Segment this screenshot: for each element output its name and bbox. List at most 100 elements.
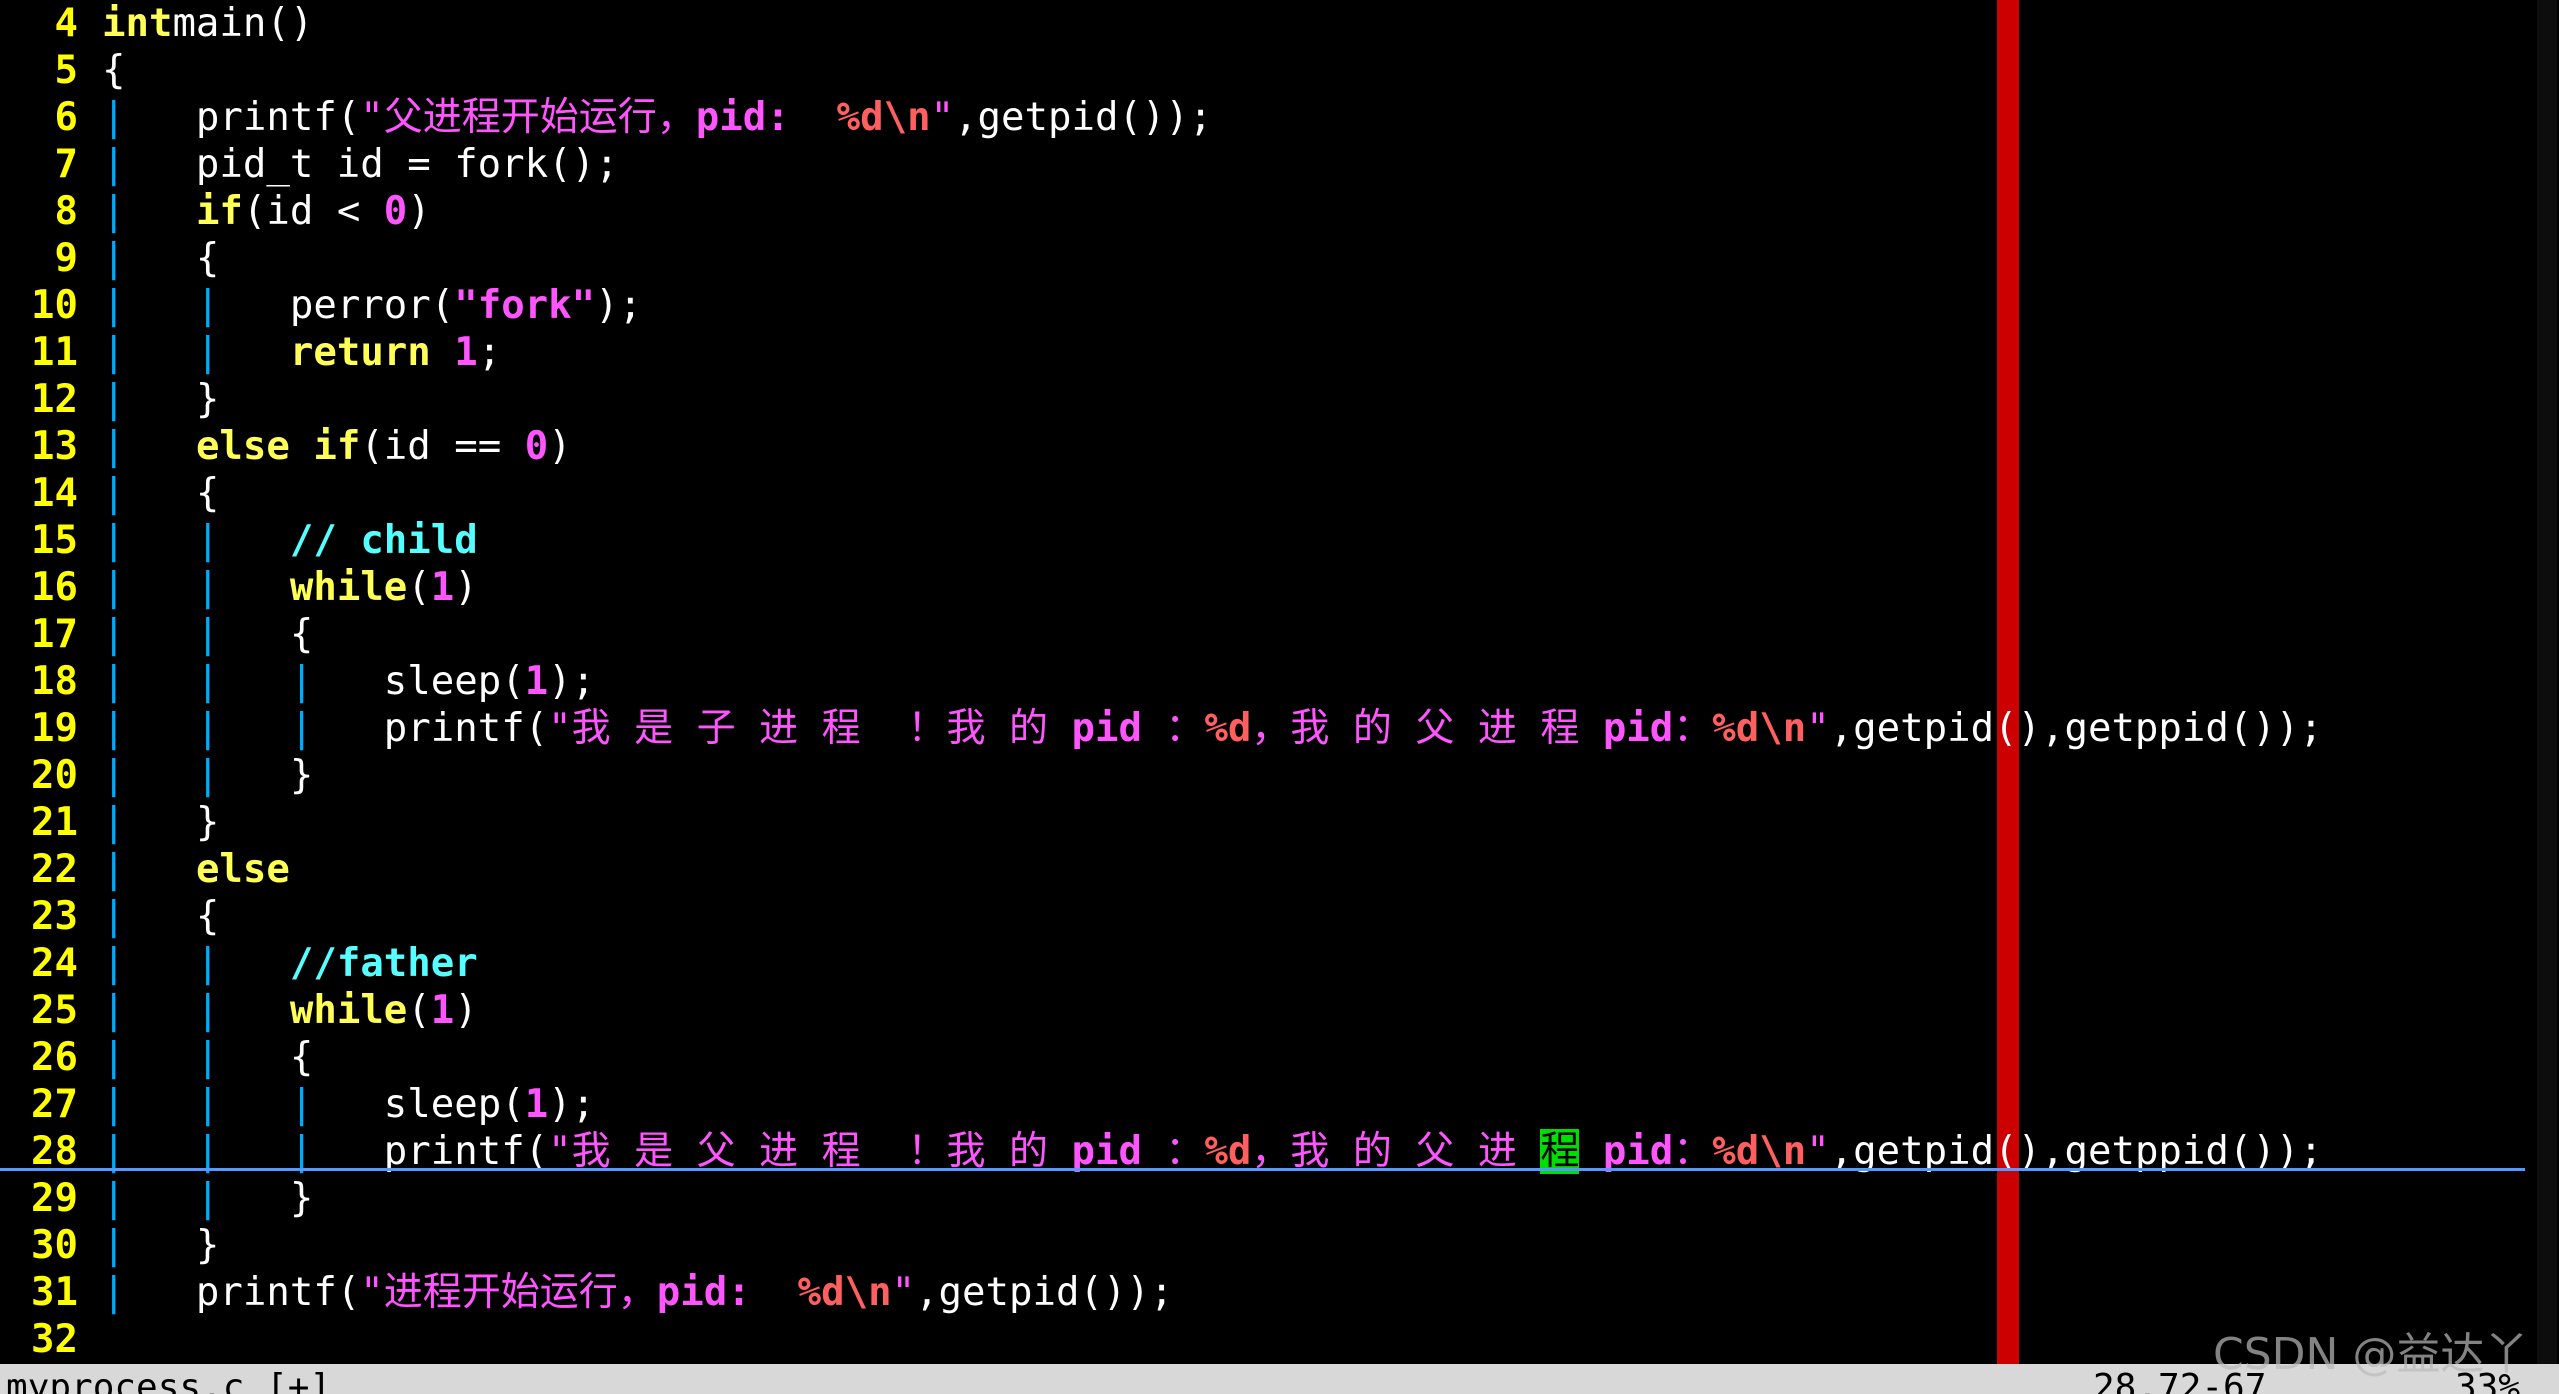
code-line[interactable]: 20 | | } bbox=[0, 752, 2530, 799]
code-line[interactable]: 6 | printf("父进程开始运行，pid: %d\n",getpid()); bbox=[0, 94, 2530, 141]
code-line[interactable]: 21 | } bbox=[0, 799, 2530, 846]
line-number: 29 bbox=[31, 1176, 78, 1221]
code-token: { bbox=[125, 236, 220, 281]
code-line[interactable]: 31 | printf("进程开始运行，pid: %d\n",getpid()); bbox=[0, 1269, 2530, 1316]
indent-guide: | bbox=[102, 471, 126, 516]
indent-guide: | bbox=[195, 1176, 220, 1221]
number-token: 1 bbox=[454, 330, 478, 375]
code-line[interactable]: 5{ bbox=[0, 47, 2530, 94]
code-line[interactable]: 7 | pid_t id = fork(); bbox=[0, 141, 2530, 188]
code-text: | | { bbox=[102, 1034, 313, 1081]
format-token: %d\n bbox=[1712, 706, 1807, 751]
code-line[interactable]: 12 | } bbox=[0, 376, 2530, 423]
code-line[interactable]: 29 | | } bbox=[0, 1175, 2530, 1222]
indent-guide: | bbox=[102, 659, 126, 704]
indent-guide: | bbox=[102, 847, 126, 892]
code-token: ); bbox=[548, 1082, 596, 1127]
code-line[interactable]: 24 | | //father bbox=[0, 940, 2530, 987]
indent-guide: | bbox=[195, 1082, 220, 1127]
number-token: 1 bbox=[430, 565, 455, 610]
line-number: 13 bbox=[31, 424, 78, 469]
indent-guide: | bbox=[102, 142, 126, 187]
code-line[interactable]: 27 | | | sleep(1); bbox=[0, 1081, 2530, 1128]
code-token: ( bbox=[407, 565, 431, 610]
line-number: 31 bbox=[31, 1270, 78, 1315]
indent-guide: | bbox=[195, 612, 220, 657]
code-line[interactable]: 18 | | | sleep(1); bbox=[0, 658, 2530, 705]
line-number: 9 bbox=[54, 236, 78, 281]
code-line[interactable]: 15 | | // child bbox=[0, 517, 2530, 564]
line-number: 26 bbox=[31, 1035, 78, 1080]
indent-guide: | bbox=[102, 518, 126, 563]
vim-editor[interactable]: 4 intmain() 5{6 | printf("父进程开始运行，pid: %d\n… bbox=[0, 0, 2559, 1364]
line-number: 20 bbox=[31, 753, 78, 798]
line-number: 17 bbox=[31, 612, 78, 657]
code-text: | else bbox=[102, 846, 290, 893]
line-number: 16 bbox=[31, 565, 78, 610]
indent-guide: | bbox=[195, 1035, 220, 1080]
code-line[interactable]: 11 | | return 1; bbox=[0, 329, 2530, 376]
format-token: %d\n bbox=[836, 95, 931, 140]
keyword-token: while bbox=[289, 988, 408, 1033]
line-number: 15 bbox=[31, 518, 78, 563]
status-filename: myprocess.c [+] bbox=[6, 1367, 332, 1394]
line-number: 6 bbox=[54, 95, 78, 140]
code-line[interactable]: 26 | | { bbox=[0, 1034, 2530, 1081]
code-text: | else if(id == 0) bbox=[102, 423, 572, 470]
code-line[interactable]: 19 | | | printf("我 是 子 进 程 ！我 的 pid ：%d，我… bbox=[0, 705, 2530, 752]
indent-guide: | bbox=[195, 330, 220, 375]
code-line[interactable]: 22 | else bbox=[0, 846, 2530, 893]
code-line[interactable]: 4 intmain() bbox=[0, 0, 2530, 47]
code-line[interactable]: 9 | { bbox=[0, 235, 2530, 282]
code-line[interactable]: 13 | else if(id == 0) bbox=[0, 423, 2530, 470]
line-number: 5 bbox=[54, 48, 78, 93]
code-line[interactable]: 10 | | perror("fork"); bbox=[0, 282, 2530, 329]
code-text: | printf("进程开始运行，pid: %d\n",getpid()); bbox=[102, 1269, 1173, 1316]
code-token: main() bbox=[172, 1, 314, 46]
code-line[interactable]: 25 | | while(1) bbox=[0, 987, 2530, 1034]
line-number: 12 bbox=[31, 377, 78, 422]
indent-guide: | bbox=[289, 659, 314, 704]
code-line[interactable]: 8 | if(id < 0) bbox=[0, 188, 2530, 235]
scrollbar[interactable] bbox=[2537, 0, 2557, 1364]
code-token: { bbox=[219, 1035, 314, 1080]
string-token: ： bbox=[1673, 706, 1713, 751]
line-number: 19 bbox=[31, 706, 78, 751]
code-token: printf( bbox=[313, 706, 549, 751]
keyword-token: return bbox=[289, 330, 431, 375]
code-line[interactable]: 16 | | while(1) bbox=[0, 564, 2530, 611]
code-token: perror( bbox=[219, 283, 455, 328]
code-line[interactable]: 17 | | { bbox=[0, 611, 2530, 658]
string-token: pid bbox=[1071, 706, 1142, 751]
code-line[interactable]: 23 | { bbox=[0, 893, 2530, 940]
comment-token: // child bbox=[289, 518, 478, 563]
string-token: ，我 的 父 进 程 bbox=[1251, 706, 1603, 751]
indent-guide: | bbox=[102, 95, 126, 140]
string-token: "进程开始运行， bbox=[360, 1270, 657, 1315]
indent-guide: | bbox=[102, 377, 126, 422]
indent-guide: | bbox=[195, 753, 220, 798]
code-line[interactable]: 14 | { bbox=[0, 470, 2530, 517]
code-token: ); bbox=[595, 283, 643, 328]
code-line[interactable]: 32 bbox=[0, 1316, 2530, 1363]
indent-guide: | bbox=[102, 894, 126, 939]
line-number: 14 bbox=[31, 471, 78, 516]
code-token: printf( bbox=[125, 1270, 361, 1315]
code-line[interactable]: 30 | } bbox=[0, 1222, 2530, 1269]
code-text: | | } bbox=[102, 752, 313, 799]
code-token: pid_t id = fork(); bbox=[125, 142, 619, 187]
indent-guide: | bbox=[195, 518, 220, 563]
code-token: ( bbox=[407, 988, 431, 1033]
format-token: %d bbox=[1204, 706, 1252, 751]
status-line: myprocess.c [+] 28,72-67 33% bbox=[0, 1364, 2559, 1394]
